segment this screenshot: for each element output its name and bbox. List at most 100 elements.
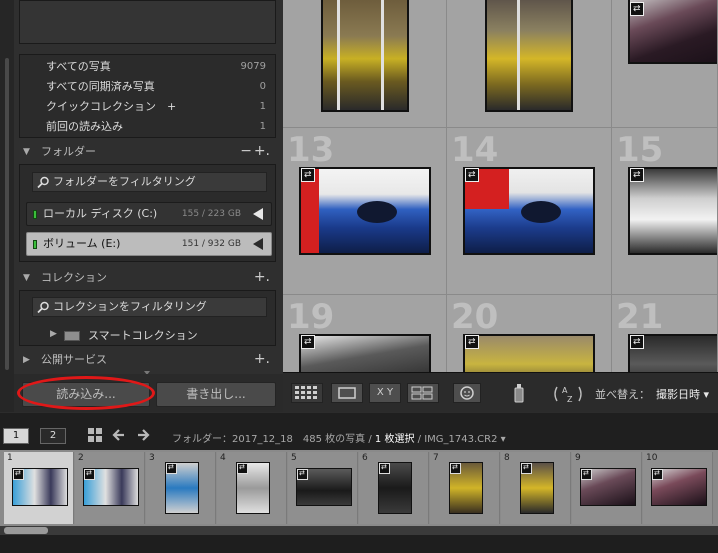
filmstrip-source-path[interactable]: フォルダー：2017_12_18 485 枚の写真 / 1 枚選択 / IMG_… [172,430,506,445]
catalog-item-synced-photos[interactable]: すべての同期済み写真 0 [20,77,275,97]
catalog-item-quick-collection[interactable]: クイックコレクション + 1 [20,97,275,117]
collection-filter-placeholder: コレクションをフィルタリング [53,300,207,313]
back-arrow-icon[interactable] [112,427,126,443]
export-button[interactable]: 書き出し... [156,382,276,407]
frame-number: 1 [7,453,13,463]
grid-cell-number: 15 [616,130,664,170]
smart-collection-icon [64,331,80,341]
collapse-triangle-icon[interactable]: ▶ [23,350,30,370]
grid-cell[interactable]: 13 ⇄ [283,128,447,295]
filmstrip-frame[interactable]: 10 ⇄ [643,452,713,524]
sort-label: 並べ替え： [595,388,650,401]
secondary-window-button[interactable]: 2 [40,428,66,444]
sort-direction-icon[interactable]: A Z [551,383,585,405]
catalog-item-previous-import[interactable]: 前回の読み込み 1 [20,117,275,137]
expand-triangle-icon[interactable]: ▼ [23,142,30,162]
grid-photo[interactable] [299,334,431,372]
filmstrip-frame[interactable]: 7 ⇄ [430,452,500,524]
svg-text:Z: Z [567,395,573,404]
filmstrip-frame[interactable]: 8 ⇄ [501,452,571,524]
filmstrip-frame[interactable]: 4 ⇄ [217,452,287,524]
left-panel: すべての写真 9079 すべての同期済み写真 0 クイックコレクション + 1 … [0,0,283,412]
grid-cell-number: 19 [287,297,335,337]
volume-expand-triangle-icon[interactable] [253,208,263,220]
navigator-preview [19,0,276,44]
folder-filter-input[interactable]: フォルダーをフィルタリング [32,172,267,192]
collapse-triangle-icon[interactable]: ▶ [50,329,57,339]
survey-view-button[interactable] [407,383,439,403]
frame-number: 6 [362,453,368,463]
collections-panel: コレクションをフィルタリング ▶ スマートコレクション [19,290,276,346]
add-collection-button[interactable]: +. [254,267,270,287]
volume-e[interactable]: ボリューム (E:) 151 / 932 GB [26,232,272,256]
edit-badge-icon: ⇄ [301,335,315,349]
forward-arrow-icon[interactable] [136,427,150,443]
search-icon [37,301,49,314]
folders-header[interactable]: ▼ フォルダー − +. [19,142,276,162]
grid-photo[interactable] [299,167,431,255]
filmstrip-frame[interactable]: 3 ⇄ [146,452,216,524]
grid-cell[interactable]: 21 ⇄ [612,295,718,372]
catalog-item-label: すべての写真 [46,60,111,73]
collections-title: コレクション [41,271,107,284]
frame-number: 3 [149,453,155,463]
catalog-item-all-photos[interactable]: すべての写真 9079 [20,57,275,77]
grid-view-icon[interactable] [86,426,104,444]
filmstrip-frame[interactable]: 1 ⇄ [4,452,74,524]
collections-header[interactable]: ▼ コレクション +. [19,268,276,288]
edit-badge-icon: ⇄ [379,463,390,474]
grid-cell[interactable]: 15 ⇄ [612,128,718,295]
import-export-bar: 読み込み... 書き出し... [14,374,283,412]
edit-badge-icon: ⇄ [465,335,479,349]
people-view-button[interactable] [453,383,481,403]
grid-view-button[interactable] [291,383,323,403]
add-publish-service-button[interactable]: +. [254,349,270,369]
grid-cell[interactable]: 19 ⇄ [283,295,447,372]
filmstrip-frame[interactable]: 9 ⇄ [572,452,642,524]
grid-cell[interactable] [283,0,447,128]
filmstrip-scrollbar[interactable] [0,526,718,535]
sort-dropdown[interactable]: 撮影日時 ▾ [656,386,709,402]
grid-photo[interactable] [485,0,573,112]
primary-window-button[interactable]: 1 [3,428,29,444]
filmstrip-scroll-thumb[interactable] [4,527,48,534]
left-panel-scrollbar[interactable] [5,58,9,370]
volume-size: 151 / 932 GB [181,239,241,249]
grid-cell[interactable]: 20 ⇄ [447,295,612,372]
filmstrip-frame[interactable]: 6 ⇄ [359,452,429,524]
volume-name: ローカル ディスク (C:) [43,207,158,220]
filmstrip: 1 ⇄ 2 ⇄ 3 ⇄ 4 ⇄ 5 ⇄ 6 ⇄ 7 ⇄ 8 ⇄ 9 ⇄ 10 ⇄ [0,450,718,553]
volume-local-disk[interactable]: ローカル ディスク (C:) 155 / 223 GB [26,202,272,226]
import-button[interactable]: 読み込み... [22,382,150,407]
collection-filter-input[interactable]: コレクションをフィルタリング [32,297,267,317]
publish-services-header[interactable]: ▶ 公開サービス +. [19,350,276,370]
frame-number: 5 [291,453,297,463]
catalog-item-count: 1 [259,101,266,112]
grid-cell[interactable]: ⇄ [612,0,718,128]
catalog-list: すべての写真 9079 すべての同期済み写真 0 クイックコレクション + 1 … [19,54,276,138]
filmstrip-frame[interactable]: 5 ⇄ [288,452,358,524]
left-panel-edge [0,0,14,412]
grid-photo[interactable] [463,334,595,372]
folder-path: フォルダー：2017_12_18 485 枚の写真 / [172,434,372,445]
edit-badge-icon: ⇄ [166,463,177,474]
painter-spray-icon[interactable] [511,381,527,405]
remove-folder-button[interactable]: − [240,141,252,161]
volume-name: ボリューム (E:) [43,237,121,250]
grid-cell[interactable]: 14 ⇄ [447,128,612,295]
face-icon [460,386,474,400]
publish-services-title: 公開サービス [41,353,107,366]
volume-expand-triangle-icon[interactable] [253,238,263,250]
grid-cell-number: 14 [451,130,499,170]
grid-photo[interactable] [321,0,409,112]
add-folder-button[interactable]: +. [254,141,270,161]
grid-cell[interactable] [447,0,612,128]
expand-triangle-icon[interactable]: ▼ [23,268,30,288]
filmstrip-frame[interactable]: 2 ⇄ [75,452,145,524]
grid-cell-number: 21 [616,297,664,337]
loupe-view-button[interactable] [331,383,363,403]
compare-view-button[interactable]: X Y [369,383,401,403]
grid-cell-number: 13 [287,130,335,170]
catalog-item-count: 0 [259,81,266,92]
grid-photo[interactable] [463,167,595,255]
